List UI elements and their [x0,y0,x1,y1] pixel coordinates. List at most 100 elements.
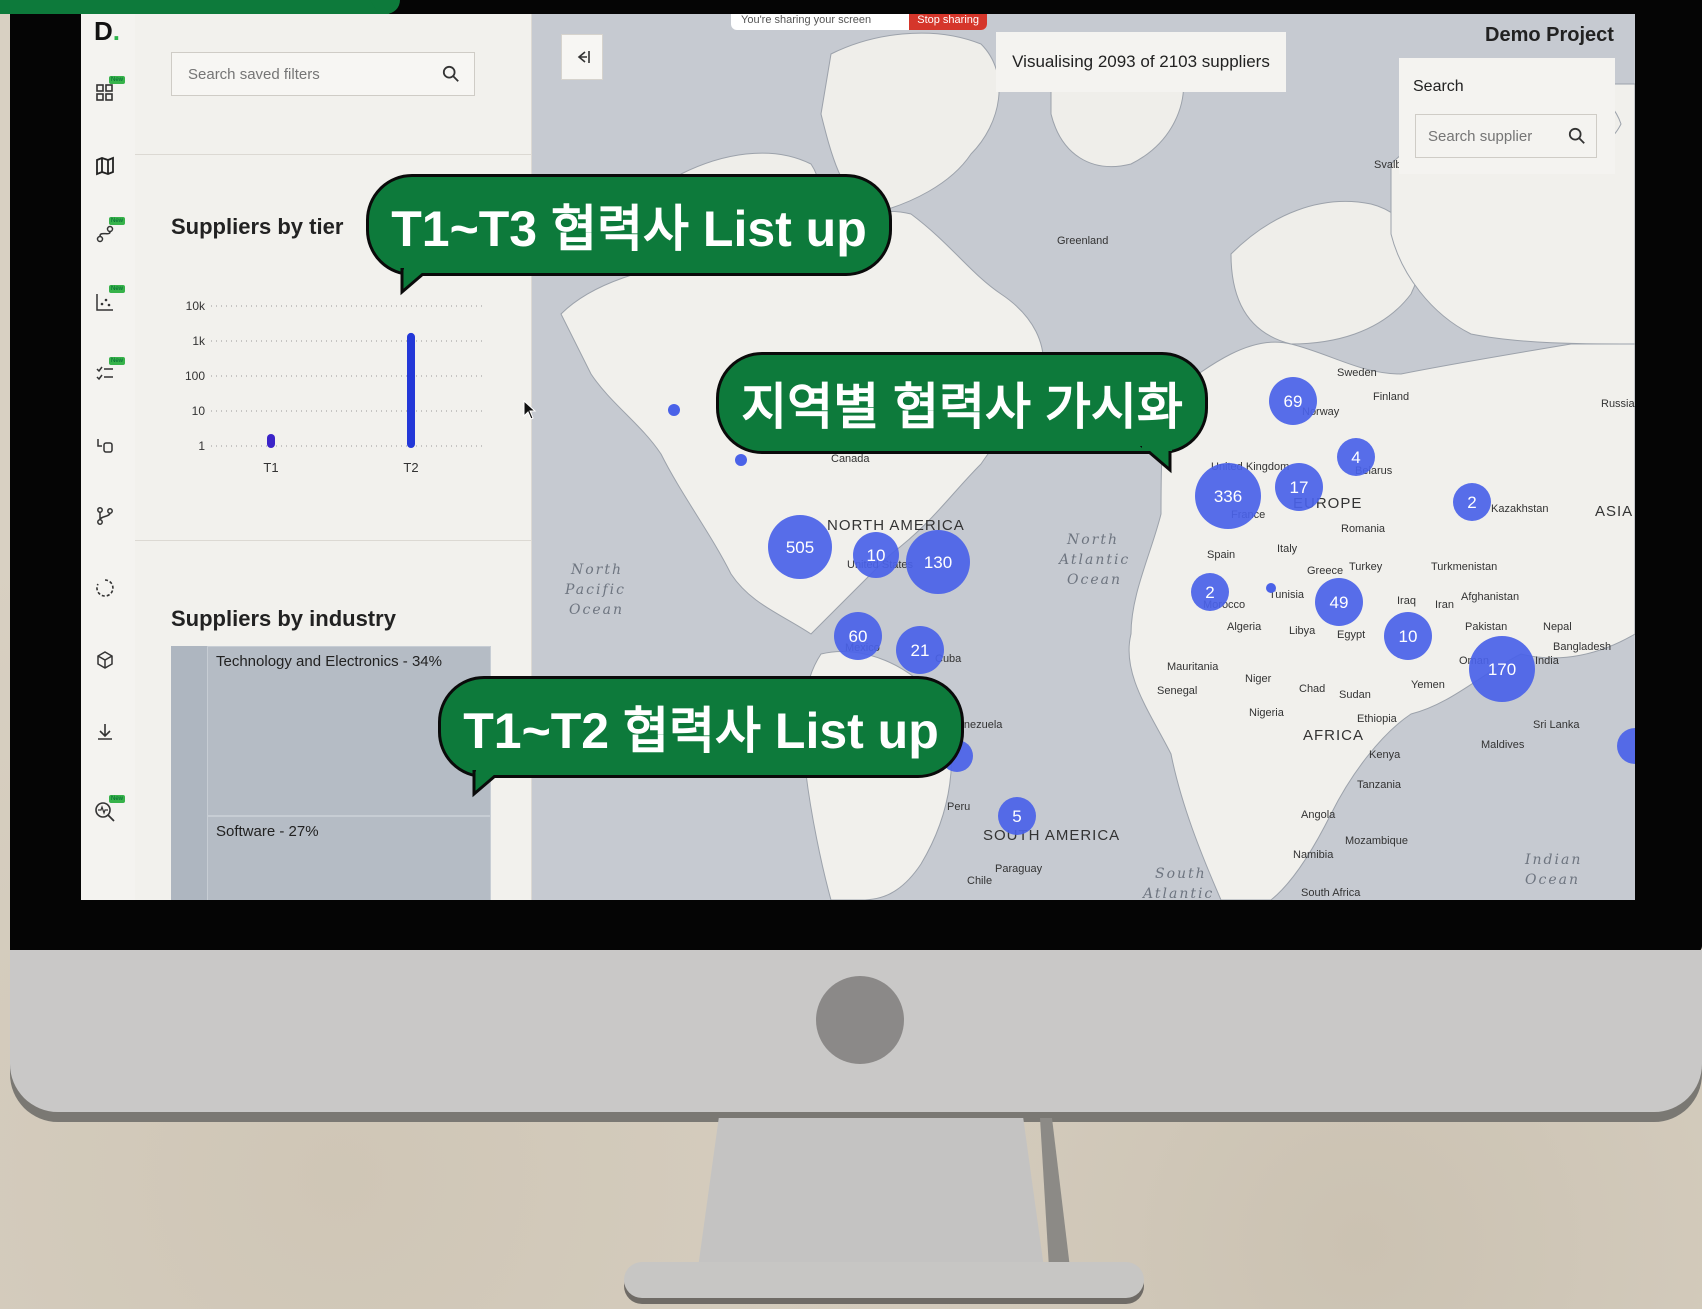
ocean-label: South [1155,866,1207,882]
place-label: Sudan [1339,689,1371,701]
place-label: Pakistan [1465,621,1507,633]
cluster-count: 336 [1214,487,1242,506]
place-label: Mauritania [1167,661,1219,673]
saved-filters-search[interactable] [171,52,475,96]
ocean-label: Ocean [569,602,624,618]
place-label: Russia [1601,398,1635,410]
tier-bar[interactable] [267,434,275,448]
speech-bubble-text: T1~T2 협력사 List up [463,703,939,759]
stop-sharing-button[interactable]: Stop sharing [909,14,987,30]
speech-bubble-tier2: T1~T2 협력사 List up [438,676,964,778]
y-tick-label: 1 [198,439,205,453]
ocean-label: Pacific [564,582,626,598]
industry-section-title: Suppliers by industry [171,606,396,631]
loading-icon[interactable] [91,574,119,602]
place-label: Niger [1245,673,1272,685]
mouse-cursor-icon [523,400,537,420]
place-label: Namibia [1293,849,1334,861]
screen-share-message: You're sharing your screen [741,14,872,26]
place-label: Italy [1277,543,1298,555]
scatter-chart-icon[interactable]: New [91,285,125,316]
collapse-sidebar-button[interactable] [561,34,603,80]
supplier-marker[interactable] [668,404,680,416]
cluster-count: 10 [867,546,886,565]
cluster-count: 130 [924,553,952,572]
visualising-count: Visualising 2093 of 2103 suppliers [996,32,1286,92]
search-icon[interactable] [442,65,460,83]
cropped-speech-bubble [0,0,400,14]
place-label: Senegal [1157,685,1197,697]
treemap-cell-label: Technology and Electronics - 34% [216,653,442,670]
speech-bubble-tail [472,770,506,798]
tier-icon[interactable] [91,432,119,460]
new-badge: New [108,217,125,225]
ocean-label: North [570,562,623,578]
cluster-count: 2 [1205,583,1214,602]
supplier-search-input[interactable] [1426,126,1568,146]
place-label: Bangladesh [1553,641,1611,653]
cluster-count: 4 [1351,448,1360,467]
treemap-cell[interactable]: Software - 27% [207,816,491,900]
package-icon[interactable] [91,646,119,674]
monitor-logo [816,976,904,1064]
collapse-left-icon [577,51,590,63]
region-label: SOUTH AMERICA [983,827,1120,844]
project-title: Demo Project [1485,24,1614,46]
place-label: Spain [1207,549,1235,561]
app-logo[interactable]: D. [94,16,120,47]
y-tick-label: 1k [192,334,206,348]
place-label: Paraguay [995,863,1043,875]
cluster-count: 5 [1012,807,1021,826]
search-icon[interactable] [1568,127,1586,145]
speech-bubble-tail [1140,446,1172,474]
cluster-count: 170 [1488,660,1516,679]
icon-rail: D. New New New New New [81,14,136,900]
supplier-search-field[interactable] [1415,114,1597,158]
y-tick-label: 10k [186,299,206,313]
divider [135,154,531,155]
region-label: ASIA [1595,503,1633,520]
place-label: Canada [831,453,870,465]
saved-filters-input[interactable] [186,64,442,84]
cluster-count: 49 [1330,593,1349,612]
download-icon[interactable] [91,718,119,746]
place-label: Finland [1373,391,1409,403]
place-label: Ethiopia [1357,713,1398,725]
place-label: Libya [1289,625,1316,637]
ocean-label: North [1066,532,1119,548]
cluster-count: 60 [849,627,868,646]
place-label: Nepal [1543,621,1572,633]
speech-bubble-tail [400,268,434,296]
branch-icon[interactable] [91,502,119,530]
logo-dot: . [112,16,121,46]
new-badge: New [108,357,125,365]
cluster-count: 21 [911,641,930,660]
map-icon[interactable] [91,152,119,180]
cluster-count: 10 [1399,627,1418,646]
place-label: Kazakhstan [1491,503,1548,515]
monitor-stand-base [624,1262,1144,1298]
place-label: Yemen [1411,679,1445,691]
place-label: India [1535,655,1560,667]
divider [135,540,531,541]
place-label: Algeria [1227,621,1262,633]
y-tick-label: 100 [185,369,205,383]
place-label: Afghanistan [1461,591,1519,603]
ocean-label: Atlantic [1141,886,1214,900]
routes-icon[interactable]: New [91,217,125,248]
tier-bar[interactable] [407,332,415,448]
new-badge: New [108,285,125,293]
logo-letter: D [94,16,113,46]
supplier-marker[interactable] [735,454,747,466]
supplier-search-panel: Search [1399,58,1615,174]
speech-bubble-text: 지역별 협력사 가시화 [741,379,1183,435]
risk-search-icon[interactable]: New [91,795,125,826]
place-label: Nigeria [1249,707,1285,719]
dashboard-icon[interactable]: New [91,76,125,107]
tier-section-title: Suppliers by tier [171,214,344,239]
place-label: Peru [947,801,970,813]
supplier-marker[interactable] [1266,583,1276,593]
checklist-icon[interactable]: New [91,357,125,388]
place-label: Turkmenistan [1431,561,1497,573]
cluster-count: 69 [1284,392,1303,411]
